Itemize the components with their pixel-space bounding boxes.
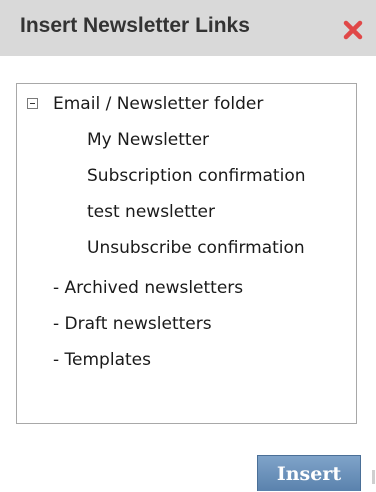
- tree-item-newsletter[interactable]: My Newsletter: [87, 129, 209, 151]
- close-icon[interactable]: [341, 18, 365, 42]
- insert-button[interactable]: Insert: [257, 455, 361, 491]
- folder-tree: Email / Newsletter folder My Newsletter …: [16, 83, 357, 424]
- tree-folder-archived[interactable]: - Archived newsletters: [53, 277, 243, 299]
- tree-item-newsletter[interactable]: test newsletter: [87, 201, 215, 223]
- tree-item-newsletter[interactable]: Unsubscribe confirmation: [87, 237, 305, 259]
- tree-item-newsletter[interactable]: Subscription confirmation: [87, 165, 306, 187]
- dialog-titlebar: Insert Newsletter Links: [0, 0, 376, 56]
- dialog-edge: [372, 470, 375, 484]
- tree-folder-drafts[interactable]: - Draft newsletters: [53, 313, 212, 335]
- dialog-title: Insert Newsletter Links: [20, 14, 250, 37]
- tree-folder-root[interactable]: Email / Newsletter folder: [53, 93, 263, 115]
- tree-folder-templates[interactable]: - Templates: [53, 349, 151, 371]
- collapse-minus-icon[interactable]: [27, 98, 38, 109]
